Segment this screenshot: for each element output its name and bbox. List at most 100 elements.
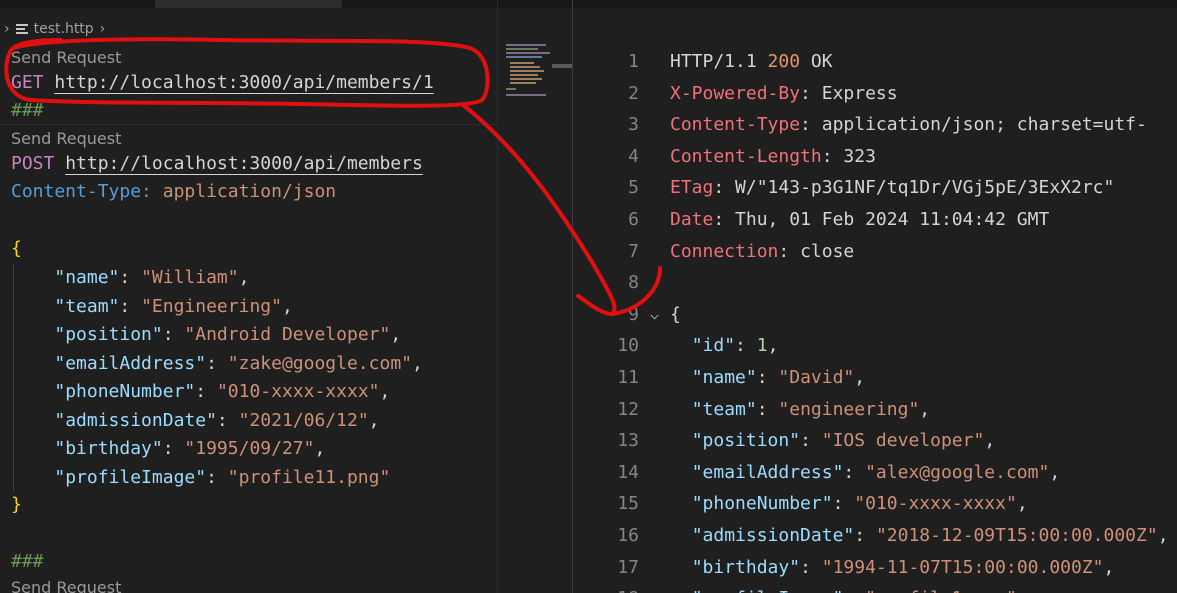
json-property: "birthday": "1995/09/27", <box>11 435 325 463</box>
header-key: ETag <box>670 177 714 199</box>
scrollbar-thumb[interactable] <box>552 64 572 68</box>
json-property: "name": "David", <box>670 362 865 394</box>
json-key: "admissionDate" <box>691 525 855 546</box>
json-key: "phoneNumber" <box>691 493 833 515</box>
json-colon: : <box>195 381 217 402</box>
send-request-link-2[interactable]: Send Request <box>11 129 121 149</box>
json-value: "zake@google.com" <box>227 352 412 374</box>
json-key: "position" <box>691 430 801 452</box>
json-property: "admissionDate": "2018-12-09T15:00:00.00… <box>670 520 1169 552</box>
json-trail: , <box>379 381 391 402</box>
json-key: "team" <box>691 398 757 420</box>
line-number: 3 <box>628 114 639 136</box>
response-header: Date: Thu, 01 Feb 2024 11:04:42 GMT <box>670 204 1049 236</box>
json-key: "id" <box>691 335 736 357</box>
json-trail: , <box>1049 461 1061 483</box>
json-colon: : <box>756 367 779 388</box>
json-property: "admissionDate": "2021/06/12", <box>11 407 380 435</box>
json-value: 1 <box>756 335 768 357</box>
json-property: "profileImage": "profile11.png" <box>11 464 390 492</box>
send-request-link-3[interactable]: Send Request <box>11 578 121 593</box>
minimap[interactable] <box>497 0 574 593</box>
status-line: HTTP/1.1 200 OK <box>670 46 833 78</box>
minimap-line <box>506 48 538 50</box>
json-colon: : <box>735 335 757 357</box>
header-colon: : <box>800 82 822 104</box>
response-header: Content-Length: 323 <box>670 141 876 173</box>
request-line-1: GET http://localhost:3000/api/members/1 <box>11 69 434 97</box>
header-value: 323 <box>843 145 876 167</box>
json-property: "id": 1, <box>670 330 779 362</box>
divider <box>0 124 497 125</box>
line-number: 12 <box>617 398 639 420</box>
json-key: "team" <box>54 295 120 317</box>
json-property: "emailAddress": "alex@google.com", <box>670 457 1060 489</box>
line-number: 18 <box>573 583 639 593</box>
minimap-line <box>506 56 542 58</box>
minimap-line <box>510 62 534 64</box>
line-number: 2 <box>628 82 639 104</box>
header-colon: : <box>800 114 822 136</box>
json-value: "2018-12-09T15:00:00.000Z" <box>875 525 1158 546</box>
json-property: "position": "Android Developer", <box>11 321 401 349</box>
header-key: Content-Type: <box>11 181 152 202</box>
json-value: "1994-11-07T15:00:00.000Z" <box>821 556 1104 578</box>
header-value: application/json; charset=utf- <box>821 114 1147 136</box>
header-value: Express <box>821 82 898 104</box>
status-text: OK <box>810 51 833 72</box>
header-key: Connection <box>670 240 779 262</box>
json-value: "010-xxxx-xxxx" <box>216 381 380 402</box>
json-trail: , <box>368 409 380 431</box>
tab-bar <box>498 0 574 8</box>
line-number: 4 <box>628 145 639 167</box>
line-number: 16 <box>617 525 639 546</box>
request-url[interactable]: http://localhost:3000/api/members/1 <box>54 72 433 93</box>
json-colon: : <box>162 324 185 345</box>
json-property: "phoneNumber": "010-xxxx-xxxx", <box>11 378 390 406</box>
minimap-line <box>506 52 550 54</box>
json-key: "birthday" <box>54 438 163 459</box>
response-header: Content-Type: application/json; charset=… <box>670 109 1147 141</box>
line-number: 1 <box>628 51 639 72</box>
json-property: "position": "IOS developer", <box>670 425 995 457</box>
request-method: GET <box>11 72 44 93</box>
request-separator: ### <box>11 551 44 572</box>
json-value: "1995/09/27" <box>184 438 315 459</box>
response-viewer[interactable]: 123456789101112131415161718 HTTP/1.1 200… <box>573 0 1177 593</box>
send-request-link-1[interactable]: Send Request <box>11 48 121 68</box>
minimap-line <box>510 70 544 72</box>
json-trail: , <box>281 295 293 317</box>
request-separator: ### <box>11 100 44 121</box>
header-colon: : <box>713 177 736 199</box>
header-key: X-Powered-By <box>670 82 801 104</box>
json-value: "Android Developer" <box>184 324 391 345</box>
json-colon: : <box>119 295 142 317</box>
json-colon: : <box>843 461 866 483</box>
json-key: "position" <box>54 324 163 345</box>
json-colon: : <box>854 525 876 546</box>
json-trail: , <box>390 324 402 345</box>
response-header: X-Powered-By: Express <box>670 78 898 110</box>
request-url[interactable]: http://localhost:3000/api/members <box>65 153 423 174</box>
line-number: 10 <box>617 335 639 357</box>
json-trail: , <box>854 367 866 388</box>
line-number: 14 <box>617 461 639 483</box>
json-key: "phoneNumber" <box>54 381 196 402</box>
breadcrumb-file[interactable]: test.http <box>34 21 94 37</box>
active-tab[interactable] <box>155 0 342 8</box>
line-number: 7 <box>628 240 639 262</box>
request-editor[interactable]: › test.http › Send Request GET http://lo… <box>0 0 497 593</box>
json-key: "name" <box>54 267 120 288</box>
minimap-line <box>510 78 542 80</box>
json-property: "phoneNumber": "010-xxxx-xxxx", <box>670 488 1028 520</box>
header-key: Content-Type <box>670 114 801 136</box>
json-colon: : <box>800 430 822 452</box>
chevron-down-icon[interactable]: ⌵ <box>650 299 659 331</box>
json-trail: , <box>919 398 931 420</box>
json-trail: , <box>1016 493 1028 515</box>
json-property: "team": "Engineering", <box>11 293 293 321</box>
json-key: "profileImage" <box>692 588 844 593</box>
json-trail: , <box>238 267 250 288</box>
http-file-icon <box>15 23 28 35</box>
minimap-line <box>510 66 540 68</box>
